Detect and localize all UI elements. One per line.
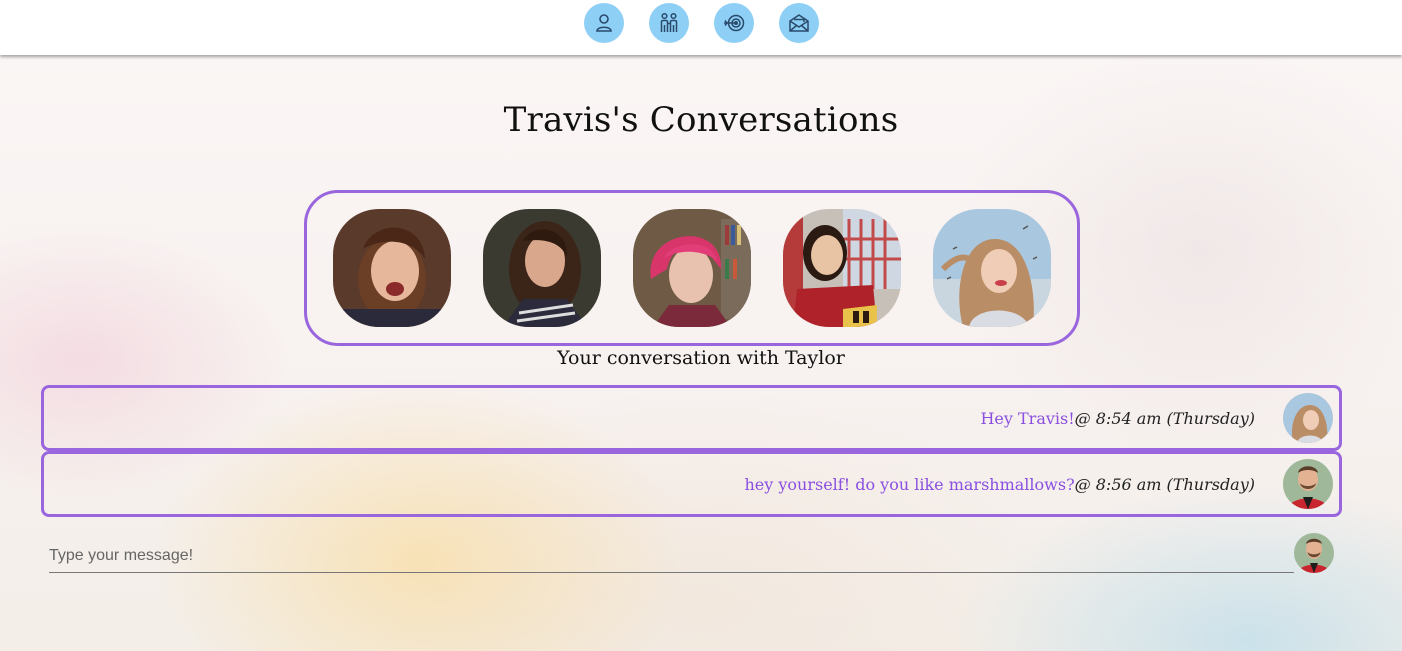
mail-icon (788, 14, 809, 32)
composer-avatar-travis (1294, 533, 1334, 573)
person-icon (595, 14, 612, 32)
message-item: hey yourself! do you like marshmallows? … (41, 451, 1342, 517)
contact-avatar-4[interactable] (783, 209, 901, 327)
message-timestamp: @ 8:54 am (Thursday) (1074, 408, 1255, 428)
couple-icon (660, 12, 677, 32)
message-item: Hey Travis! @ 8:54 am (Thursday) (41, 385, 1342, 451)
contact-photo (933, 209, 1051, 327)
nav-profile-button[interactable] (583, 3, 624, 43)
contact-photo (333, 209, 451, 327)
contact-photo (633, 209, 751, 327)
avatar-photo (1283, 459, 1333, 509)
contact-avatar-3[interactable] (633, 209, 751, 327)
top-nav (0, 0, 1402, 55)
avatar-photo (1283, 393, 1333, 443)
message-input[interactable] (49, 540, 1294, 572)
nav-matches-button[interactable] (648, 3, 689, 43)
nav-target-button[interactable] (713, 3, 754, 43)
contact-strip (304, 190, 1080, 346)
message-text: Hey Travis! (980, 408, 1075, 428)
sender-avatar-travis (1283, 459, 1333, 509)
contact-photo (783, 209, 901, 327)
page-title: Travis's Conversations (503, 100, 899, 140)
message-timestamp: @ 8:56 am (Thursday) (1074, 474, 1255, 494)
target-icon (723, 14, 744, 32)
contact-avatar-taylor[interactable] (933, 209, 1051, 327)
contact-avatar-1[interactable] (333, 209, 451, 327)
message-text: hey yourself! do you like marshmallows? (744, 474, 1075, 494)
avatar-photo (1294, 533, 1334, 573)
message-composer (49, 540, 1294, 573)
contact-avatar-2[interactable] (483, 209, 601, 327)
contact-photo (483, 209, 601, 327)
nav-messages-button[interactable] (778, 3, 819, 43)
sender-avatar-taylor (1283, 393, 1333, 443)
conversation-heading: Your conversation with Taylor (557, 347, 845, 369)
